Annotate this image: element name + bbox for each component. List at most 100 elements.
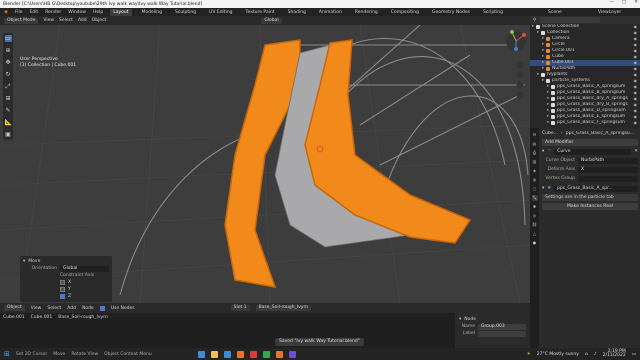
transform-tool-icon[interactable]: ⊞ bbox=[5, 95, 12, 102]
edge-browser-icon[interactable] bbox=[197, 350, 205, 358]
workspace-tab-scripting[interactable]: Scripting bbox=[480, 9, 506, 16]
workspace-tab-rendering[interactable]: Rendering bbox=[352, 9, 381, 16]
scene-tab-icon[interactable]: ◈ bbox=[532, 168, 538, 174]
workspace-tab-modeling[interactable]: Modeling bbox=[139, 9, 165, 16]
blender-taskbar-icon[interactable] bbox=[236, 350, 244, 358]
viewport-menu-view[interactable]: View bbox=[43, 18, 54, 23]
move-tool-icon[interactable]: ✥ bbox=[5, 59, 12, 66]
data-tab-icon[interactable]: △ bbox=[532, 231, 538, 237]
workspace-tab-shading[interactable]: Shading bbox=[285, 9, 309, 16]
viewport-menu-select[interactable]: Select bbox=[59, 18, 73, 23]
chevron-down-icon[interactable]: ▾ bbox=[542, 149, 544, 154]
maximize-button[interactable]: □ bbox=[622, 0, 626, 5]
axis-x-checkbox[interactable] bbox=[60, 280, 65, 285]
close-button[interactable]: ✕ bbox=[634, 0, 638, 5]
cursor-tool-icon[interactable]: ⊕ bbox=[5, 47, 12, 54]
add-modifier-button[interactable]: Add Modifier bbox=[542, 139, 638, 146]
constraints-tab-icon[interactable]: ⛓ bbox=[532, 222, 538, 228]
add-cube-tool-icon[interactable]: ▣ bbox=[5, 131, 12, 138]
node-panel-title: Node bbox=[464, 317, 477, 322]
object-type-icon bbox=[551, 103, 555, 107]
annotate-tool-icon[interactable]: ✎ bbox=[5, 107, 12, 114]
windows-start-icon[interactable]: ⊞ bbox=[4, 350, 10, 358]
select-box-tool-icon[interactable]: ▭ bbox=[4, 35, 12, 42]
scale-tool-icon[interactable]: ⤢ bbox=[5, 83, 12, 90]
physics-tab-icon[interactable]: ◎ bbox=[532, 213, 538, 219]
menu-help[interactable]: Help bbox=[93, 10, 103, 15]
close-icon[interactable]: ✕ bbox=[634, 149, 638, 154]
curve-object-label: Curve Object bbox=[545, 158, 575, 163]
curve-object-field[interactable]: NurbsPath bbox=[578, 157, 638, 164]
output-tab-icon[interactable]: ⎙ bbox=[532, 150, 538, 156]
workspace-tab-compositing[interactable]: Compositing bbox=[388, 9, 422, 16]
store-icon[interactable] bbox=[223, 350, 231, 358]
particle-system-name-field[interactable]: pps_Grass_Basic_A_spr... bbox=[554, 185, 638, 192]
menu-render[interactable]: Render bbox=[45, 10, 61, 15]
axis-z-checkbox[interactable] bbox=[60, 294, 65, 299]
orientation-dropdown[interactable]: Global bbox=[60, 265, 109, 272]
youtube-icon[interactable] bbox=[249, 350, 257, 358]
deform-axis-field[interactable]: X bbox=[578, 166, 638, 173]
object-tab-icon[interactable]: ▢ bbox=[532, 186, 538, 192]
node-menu-node[interactable]: Node bbox=[82, 306, 94, 311]
node-menu-select[interactable]: Select bbox=[47, 306, 61, 311]
shader-type-dropdown[interactable]: Object bbox=[4, 305, 25, 311]
visibility-eye-icon[interactable]: ◉ bbox=[634, 120, 638, 126]
view-layer-tab-icon[interactable]: ▥ bbox=[532, 159, 538, 165]
view-layer-selector[interactable]: ViewLayer bbox=[598, 10, 621, 15]
node-menu-add[interactable]: Add bbox=[67, 306, 76, 311]
axis-y-checkbox[interactable] bbox=[60, 287, 65, 292]
rotate-tool-icon[interactable]: ↻ bbox=[5, 71, 12, 78]
app-icon[interactable] bbox=[288, 350, 296, 358]
material-tab-icon[interactable]: ● bbox=[532, 240, 538, 246]
redo-panel-header[interactable]: ▾ Move bbox=[23, 258, 109, 265]
status-item-set-cursor: Set 3D Cursor bbox=[15, 351, 48, 357]
scene-selector[interactable]: Scene bbox=[548, 10, 562, 15]
filter-icon[interactable]: ⚲ bbox=[533, 18, 536, 23]
viewport-menu-add[interactable]: Add bbox=[78, 18, 87, 23]
viewport-menu-object[interactable]: Object bbox=[92, 18, 107, 23]
particles-tab-icon[interactable]: ✺ bbox=[532, 204, 538, 210]
outliner-item[interactable]: ▸ pps_Grass_Basic_F_springsum ◉ bbox=[530, 120, 640, 126]
blender-logo-icon[interactable]: ◉ bbox=[4, 10, 8, 15]
object-type-icon bbox=[546, 61, 550, 65]
workspace-tab-texture-paint[interactable]: Texture Paint bbox=[243, 9, 278, 16]
use-nodes-checkbox[interactable] bbox=[99, 305, 105, 311]
outliner-search-input[interactable] bbox=[540, 17, 601, 23]
tool-tab-icon[interactable]: ⚙ bbox=[532, 132, 538, 138]
material-name-field[interactable]: Base_Soil-rough_Ivyrn bbox=[255, 305, 312, 311]
node-menu-view[interactable]: View bbox=[31, 306, 42, 311]
blender-window-icon[interactable] bbox=[275, 350, 283, 358]
file-explorer-icon[interactable] bbox=[210, 350, 218, 358]
menu-file[interactable]: File bbox=[15, 10, 23, 15]
volume-icon[interactable]: ♪ bbox=[594, 352, 597, 357]
mode-dropdown[interactable]: Object Mode bbox=[4, 17, 39, 24]
clock[interactable]: 3:19 PM 2/11/2022 bbox=[603, 349, 626, 359]
workspace-tab-sculpting[interactable]: Sculpting bbox=[172, 9, 199, 16]
network-icon[interactable]: ⌂ bbox=[585, 352, 588, 357]
workspace-tab-animation[interactable]: Animation bbox=[316, 9, 345, 16]
app-icon[interactable] bbox=[262, 350, 270, 358]
notifications-icon[interactable]: ▭ bbox=[632, 352, 636, 357]
material-slot-dropdown[interactable]: Slot 1 bbox=[230, 305, 250, 311]
measure-tool-icon[interactable]: 📐 bbox=[5, 119, 12, 126]
minimize-button[interactable]: — bbox=[609, 0, 614, 5]
chevron-down-icon[interactable]: ▾ bbox=[542, 186, 544, 191]
workspace-tab-uv-editing[interactable]: UV Editing bbox=[206, 9, 235, 16]
workspace-tab-layout[interactable]: Layout bbox=[110, 8, 132, 16]
modifier-tab-icon[interactable]: 🔧 bbox=[531, 195, 538, 201]
menu-edit[interactable]: Edit bbox=[29, 10, 38, 15]
make-instances-real-button[interactable]: Make Instances Real bbox=[542, 203, 638, 210]
transform-orientation-dropdown[interactable]: Global bbox=[261, 17, 282, 24]
node-name-field[interactable]: Group.003 bbox=[478, 323, 526, 330]
node-label-field[interactable] bbox=[478, 330, 526, 337]
world-tab-icon[interactable]: ◍ bbox=[532, 177, 538, 183]
modifier-name-field[interactable]: Curve bbox=[554, 148, 632, 155]
node-editor-canvas[interactable]: Cube.001 Cube.001 Base_Soil-rough_Ivyrn bbox=[0, 313, 455, 348]
menu-window[interactable]: Window bbox=[68, 10, 86, 15]
vertex-group-field[interactable] bbox=[578, 175, 638, 182]
render-tab-icon[interactable]: ▤ bbox=[532, 141, 538, 147]
navigation-gizmo[interactable] bbox=[500, 25, 530, 115]
workspace-tab-geometry-nodes[interactable]: Geometry Nodes bbox=[429, 9, 473, 16]
weather-label[interactable]: 27°C Mostly sunny bbox=[537, 352, 579, 357]
